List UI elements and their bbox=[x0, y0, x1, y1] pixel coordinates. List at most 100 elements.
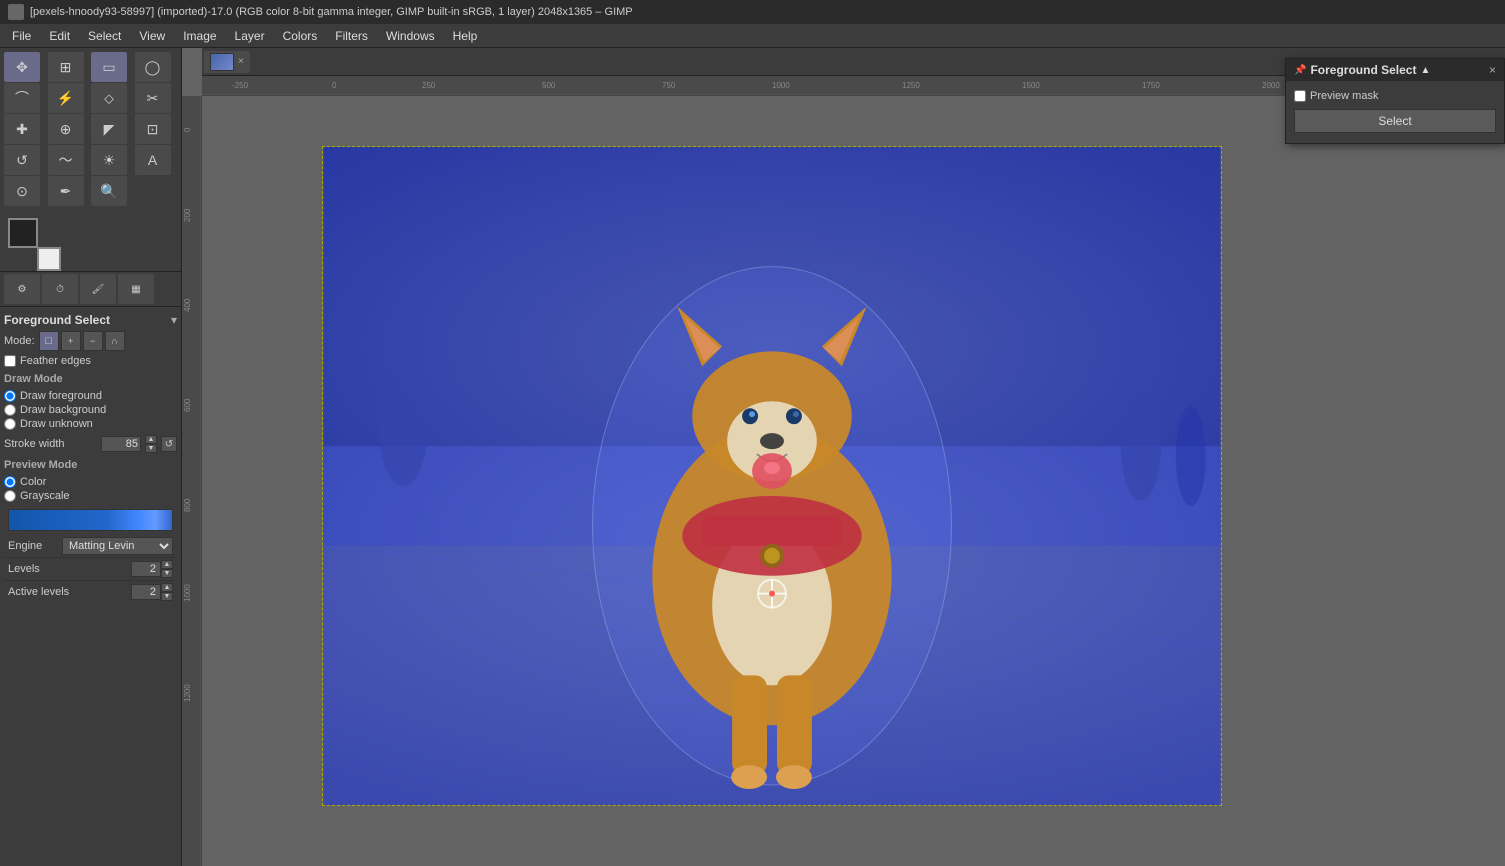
tool-measure[interactable]: ⊙ bbox=[4, 176, 40, 206]
tool-crop[interactable]: ⊡ bbox=[135, 114, 171, 144]
svg-text:1000: 1000 bbox=[772, 81, 790, 90]
active-levels-row: Active levels ▲ ▼ bbox=[4, 580, 177, 603]
tool-dodge[interactable]: ☀ bbox=[91, 145, 127, 175]
stroke-width-up[interactable]: ▲ bbox=[145, 435, 157, 444]
engine-label: Engine bbox=[8, 540, 58, 552]
tab-close-button[interactable]: × bbox=[238, 56, 244, 67]
fg-dialog-close-button[interactable]: × bbox=[1489, 63, 1496, 77]
active-levels-up[interactable]: ▲ bbox=[161, 583, 173, 592]
panel-expand-icon[interactable]: ▾ bbox=[171, 313, 177, 327]
preview-bar bbox=[8, 509, 173, 531]
mode-replace[interactable]: ☐ bbox=[39, 331, 59, 351]
tool-heal[interactable]: ✚ bbox=[4, 114, 40, 144]
draw-background-radio[interactable] bbox=[4, 404, 16, 416]
tool-rect-select[interactable]: ▭ bbox=[91, 52, 127, 82]
mode-add[interactable]: + bbox=[61, 331, 81, 351]
foreground-color[interactable] bbox=[8, 218, 38, 248]
main-area: ✥ ⊞ ▭ ◯ ⌒ ⚡ ⬦ ✂ ✚ ⊕ ◤ ⊡ ↺ 〜 ☀ A ⊙ ✒ 🔍 bbox=[0, 48, 1505, 866]
tool-brushes-icon[interactable]: 🖌 bbox=[80, 274, 116, 304]
tool-perspective[interactable]: ◤ bbox=[91, 114, 127, 144]
background-color[interactable] bbox=[37, 247, 61, 271]
levels-up[interactable]: ▲ bbox=[161, 560, 173, 569]
svg-text:250: 250 bbox=[422, 81, 436, 90]
stroke-width-row: Stroke width ▲ ▼ ↺ bbox=[4, 433, 177, 455]
menu-edit[interactable]: Edit bbox=[41, 27, 78, 45]
tool-bucket-fill[interactable]: ⬦ bbox=[91, 83, 127, 113]
preview-color-radio[interactable] bbox=[4, 476, 16, 488]
preview-mask-checkbox[interactable] bbox=[1294, 90, 1306, 102]
tool-scissors[interactable]: ✂ bbox=[135, 83, 171, 113]
svg-text:1200: 1200 bbox=[183, 684, 192, 702]
titlebar-title: [pexels-hnoody93-58997] (imported)-17.0 … bbox=[30, 6, 633, 18]
tool-free-select[interactable]: ⌒ bbox=[4, 83, 40, 113]
stroke-width-spinners: ▲ ▼ bbox=[145, 435, 157, 453]
draw-mode-group: Draw foreground Draw background Draw unk… bbox=[4, 387, 177, 433]
tool-patterns-icon[interactable]: ▦ bbox=[118, 274, 154, 304]
levels-input[interactable] bbox=[131, 561, 161, 577]
menu-windows[interactable]: Windows bbox=[378, 27, 443, 45]
fg-dialog-title: 📌 Foreground Select ▲ bbox=[1294, 63, 1430, 77]
svg-text:1000: 1000 bbox=[183, 584, 192, 602]
tool-clone[interactable]: ⊕ bbox=[48, 114, 84, 144]
svg-text:1250: 1250 bbox=[902, 81, 920, 90]
tab-thumbnail bbox=[210, 53, 234, 71]
mode-label: Mode: bbox=[4, 335, 35, 347]
active-levels-input[interactable] bbox=[131, 584, 161, 600]
left-toolbar: ✥ ⊞ ▭ ◯ ⌒ ⚡ ⬦ ✂ ✚ ⊕ ◤ ⊡ ↺ 〜 ☀ A ⊙ ✒ 🔍 bbox=[0, 48, 182, 866]
fg-dialog-body: Preview mask Select bbox=[1286, 81, 1504, 143]
image-canvas[interactable] bbox=[202, 96, 1505, 866]
draw-background-row: Draw background bbox=[4, 403, 177, 417]
tool-text[interactable]: A bbox=[135, 145, 171, 175]
active-levels-spinners: ▲ ▼ bbox=[161, 583, 173, 601]
engine-select[interactable]: Matting Levin Matting Global bbox=[62, 537, 173, 555]
color-swatches[interactable] bbox=[0, 210, 181, 271]
menu-file[interactable]: File bbox=[4, 27, 39, 45]
preview-mode-header: Preview Mode bbox=[4, 455, 177, 473]
canvas-area[interactable]: × -250 0 250 500 750 1000 1250 1500 1750… bbox=[182, 48, 1505, 866]
menu-help[interactable]: Help bbox=[445, 27, 486, 45]
tool-eyedropper[interactable]: ✒ bbox=[48, 176, 84, 206]
fg-dialog-header: 📌 Foreground Select ▲ × bbox=[1286, 59, 1504, 81]
fg-select-panel: Foreground Select ▾ Mode: ☐ + − ∩ Feathe… bbox=[0, 306, 181, 607]
svg-text:0: 0 bbox=[332, 81, 337, 90]
draw-mode-header: Draw Mode bbox=[4, 369, 177, 387]
image-tab[interactable]: × bbox=[204, 51, 250, 73]
mode-subtract[interactable]: − bbox=[83, 331, 103, 351]
tool-icons: ✥ ⊞ ▭ ◯ ⌒ ⚡ ⬦ ✂ ✚ ⊕ ◤ ⊡ ↺ 〜 ☀ A ⊙ ✒ 🔍 bbox=[0, 48, 181, 210]
svg-text:1750: 1750 bbox=[1142, 81, 1160, 90]
titlebar: [pexels-hnoody93-58997] (imported)-17.0 … bbox=[0, 0, 1505, 24]
stroke-width-input[interactable] bbox=[101, 436, 141, 452]
menu-colors[interactable]: Colors bbox=[275, 27, 326, 45]
svg-text:400: 400 bbox=[183, 298, 192, 312]
preview-mask-row: Preview mask bbox=[1294, 87, 1496, 105]
svg-image bbox=[323, 147, 1221, 805]
tool-smudge[interactable]: 〜 bbox=[48, 145, 84, 175]
tool-history-icon[interactable]: ⏱ bbox=[42, 274, 78, 304]
tool-align[interactable]: ⊞ bbox=[48, 52, 84, 82]
draw-foreground-radio[interactable] bbox=[4, 390, 16, 402]
menu-select[interactable]: Select bbox=[80, 27, 129, 45]
tool-fuzzy-select[interactable]: ⚡ bbox=[48, 83, 84, 113]
tool-magnify[interactable]: 🔍 bbox=[91, 176, 127, 206]
tool-ellipse-select[interactable]: ◯ bbox=[135, 52, 171, 82]
fg-select-button[interactable]: Select bbox=[1294, 109, 1496, 133]
stroke-width-down[interactable]: ▼ bbox=[145, 444, 157, 453]
svg-text:1500: 1500 bbox=[1022, 81, 1040, 90]
svg-text:200: 200 bbox=[183, 208, 192, 222]
menu-view[interactable]: View bbox=[131, 27, 173, 45]
preview-color-row: Color bbox=[4, 475, 177, 489]
draw-unknown-radio[interactable] bbox=[4, 418, 16, 430]
menu-filters[interactable]: Filters bbox=[327, 27, 376, 45]
svg-text:800: 800 bbox=[183, 498, 192, 512]
tool-options-icon[interactable]: ⚙ bbox=[4, 274, 40, 304]
stroke-width-reset[interactable]: ↺ bbox=[161, 436, 177, 452]
feather-edges-checkbox[interactable] bbox=[4, 355, 16, 367]
preview-grayscale-radio[interactable] bbox=[4, 490, 16, 502]
tool-rotate[interactable]: ↺ bbox=[4, 145, 40, 175]
menu-layer[interactable]: Layer bbox=[227, 27, 273, 45]
active-levels-down[interactable]: ▼ bbox=[161, 592, 173, 601]
levels-down[interactable]: ▼ bbox=[161, 569, 173, 578]
mode-intersect[interactable]: ∩ bbox=[105, 331, 125, 351]
menu-image[interactable]: Image bbox=[175, 27, 224, 45]
tool-move[interactable]: ✥ bbox=[4, 52, 40, 82]
